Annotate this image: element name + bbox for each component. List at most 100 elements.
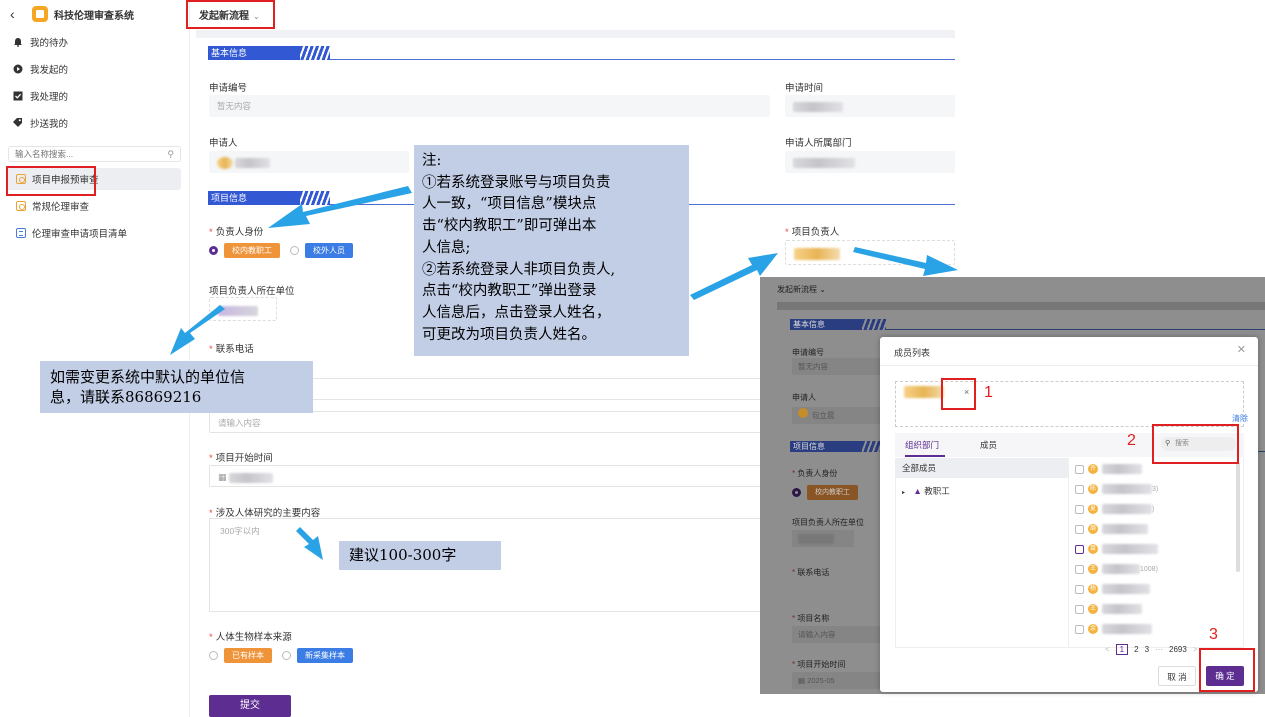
tab-members[interactable]: 成员 [980, 439, 997, 451]
unit-field [209, 297, 277, 321]
tree-item-all[interactable]: 全部成员 [902, 462, 936, 474]
overlay-project-name-label: * 项目名称 [792, 613, 829, 624]
prev-page-icon[interactable]: < [1105, 645, 1110, 654]
member-checkbox[interactable] [1075, 484, 1084, 494]
member-checkbox[interactable] [1075, 584, 1084, 594]
list-item[interactable]: 余 [1075, 623, 1152, 635]
redacted-value [793, 157, 855, 168]
cancel-button[interactable]: 取 消 [1158, 666, 1196, 686]
avatar: 苗 [1088, 544, 1098, 554]
redacted-value [1102, 584, 1150, 594]
overlay-section-title: 基本信息 [790, 319, 862, 330]
list-item[interactable]: 夏) [1075, 503, 1154, 515]
overlay-divider [777, 302, 1265, 310]
step-number-2: 2 [1127, 432, 1136, 449]
redacted-value [798, 534, 834, 545]
member-checkbox[interactable] [1075, 604, 1084, 614]
org-tree: 全部成员 ▸ ▲ 教职工 [895, 458, 1069, 648]
nav-item-processed[interactable]: 我处理的 [0, 82, 189, 109]
required-mark: * [209, 632, 213, 643]
tag-icon [12, 117, 23, 128]
overlay-identity-tag: 校内教职工 [807, 485, 858, 500]
expand-icon[interactable]: ▸ [902, 490, 905, 496]
list-item[interactable]: 王 [1075, 603, 1142, 615]
unit-callout: 如需变更系统中默认的单位信 息，请联系86869216 [40, 361, 313, 413]
overlay-phone-label: * 联系电话 [792, 567, 829, 578]
redacted-value [1102, 504, 1152, 514]
nav-item-initiated[interactable]: 我发起的 [0, 55, 189, 82]
start-time-field[interactable]: ▦ [209, 465, 764, 487]
tag-existing-sample[interactable]: 已有样本 [224, 648, 272, 663]
tag-internal-staff[interactable]: 校内教职工 [224, 243, 280, 258]
menu-item-project-list[interactable]: 伦理审查申请项目清单 [6, 222, 181, 244]
overlay-project-name-field: 请输入内容 [792, 626, 892, 643]
redacted-value [1102, 604, 1142, 614]
clear-link[interactable]: 清除 [1232, 413, 1248, 424]
list-item[interactable]: 杨 [1075, 583, 1150, 595]
member-checkbox[interactable] [1075, 524, 1084, 534]
app-time-label: 申请时间 [785, 83, 824, 94]
radio-internal-staff[interactable] [209, 246, 218, 255]
member-checkbox[interactable] [1075, 464, 1084, 474]
leader-field[interactable] [785, 240, 955, 265]
menu-item-regular-review[interactable]: 常规伦理审查 [6, 195, 181, 217]
page-ellipsis[interactable]: ··· [1155, 645, 1163, 654]
overlay-project-name-text: 项目名称 [797, 614, 830, 623]
member-checkbox[interactable] [1075, 504, 1084, 514]
redacted-value [793, 101, 843, 112]
list-item[interactable]: 许 [1075, 463, 1142, 475]
radio-new-sample[interactable] [282, 651, 291, 660]
content-divider [196, 30, 955, 38]
tag-external[interactable]: 校外人员 [305, 243, 353, 258]
page-1[interactable]: 1 [1115, 644, 1129, 655]
tag-new-sample[interactable]: 新采集样本 [297, 648, 353, 663]
list-item[interactable]: 周 [1075, 523, 1148, 535]
note-line: 人信息后，点击登录人姓名， [422, 304, 611, 321]
member-checkbox[interactable] [1075, 544, 1084, 554]
menu-item-label: 常规伦理审查 [32, 202, 90, 213]
modal-title: 成员列表 [894, 348, 931, 358]
search-icon[interactable]: ⚲ [167, 149, 174, 160]
nav-item-label: 抄送我的 [30, 118, 69, 130]
note-line: 人信息; [422, 239, 471, 256]
dept-field [785, 151, 955, 173]
close-icon[interactable]: ✕ [1237, 343, 1246, 356]
list-item[interactable]: 陈 3) [1075, 483, 1158, 495]
back-arrow-icon[interactable]: ‹ [10, 6, 24, 22]
dept-label: 申请人所属部门 [785, 138, 852, 149]
nav-item-label: 我发起的 [30, 64, 69, 76]
member-checkbox[interactable] [1075, 624, 1084, 634]
sidebar-search-input[interactable] [15, 149, 155, 159]
member-list: 许 陈 3) 夏) 周 苗 王 1008) 杨 王 余 [1069, 458, 1244, 648]
nav-item-label: 我处理的 [30, 91, 69, 103]
note-line: 人一致，“项目信息”模块点 [422, 196, 597, 213]
sample-text: 人体生物样本来源 [215, 632, 292, 643]
nav-item-todo[interactable]: 我的待办 [0, 28, 189, 55]
radio-external[interactable] [290, 246, 299, 255]
required-mark: * [792, 469, 796, 478]
project-name-field[interactable]: 请输入内容 [209, 411, 764, 433]
page-3[interactable]: 3 [1145, 645, 1149, 654]
overlay-identity-label: * 负责人身份 [792, 468, 837, 479]
redacted-value [1102, 524, 1148, 534]
member-scrollbar[interactable] [1236, 462, 1240, 572]
tree-item-staff[interactable]: ▸ ▲ 教职工 [902, 485, 950, 497]
chevron-down-icon: ⌄ [819, 285, 826, 294]
overlay-phone-text: 联系电话 [797, 568, 830, 577]
member-checkbox[interactable] [1075, 564, 1084, 574]
required-mark: * [792, 568, 796, 577]
sidebar-search: ⚲ [8, 146, 181, 162]
next-page-icon[interactable]: > [1193, 645, 1198, 654]
submit-button[interactable]: 提交 [209, 695, 291, 717]
radio-existing-sample[interactable] [209, 651, 218, 660]
tab-org[interactable]: 组织部门 [905, 439, 939, 451]
tab-underline [905, 455, 945, 457]
nav-item-cc[interactable]: 抄送我的 [0, 109, 189, 136]
list-item[interactable]: 王 1008) [1075, 563, 1158, 575]
page-2[interactable]: 2 [1134, 645, 1138, 654]
redacted-value [1102, 564, 1140, 574]
note-title: 注: [422, 153, 442, 169]
avatar: 王 [1088, 604, 1098, 614]
page-last[interactable]: 2693 [1169, 645, 1187, 654]
list-item[interactable]: 苗 [1075, 543, 1158, 555]
